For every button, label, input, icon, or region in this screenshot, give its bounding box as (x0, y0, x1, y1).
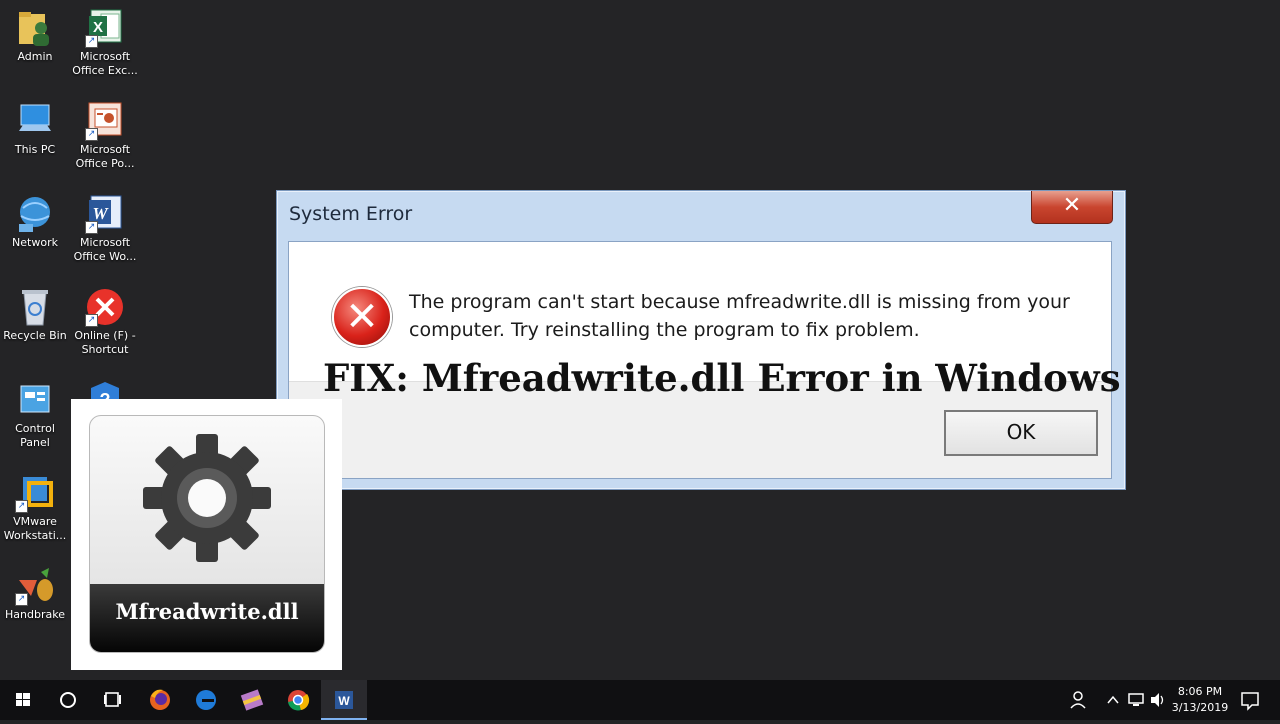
desktop-icon-label: Network (12, 236, 58, 249)
desktop-icon-online-f[interactable]: ↗ Online (F) - Shortcut (70, 287, 140, 357)
people-button[interactable] (1068, 680, 1092, 720)
people-icon (1070, 691, 1086, 709)
show-hidden-icons-button[interactable] (1104, 680, 1122, 720)
taskbar-word[interactable]: W (321, 680, 367, 720)
desktop-icon-label: Control Panel (15, 422, 55, 449)
desktop-icon-recycle-bin[interactable]: Recycle Bin (0, 287, 70, 343)
taskbar-chrome[interactable] (275, 680, 321, 720)
svg-text:W: W (338, 694, 350, 708)
computer-icon (15, 101, 55, 141)
system-error-dialog: System Error ✕ ✕ The program can't start… (276, 190, 1126, 490)
desktop-icon-label: Handbrake (5, 608, 65, 621)
notification-icon (1241, 692, 1259, 711)
dll-file-label: Mfreadwrite.dll (115, 599, 299, 624)
desktop-icon-label: Admin (17, 50, 53, 63)
desktop-icon-label: Online (F) - Shortcut (74, 329, 136, 356)
ok-button[interactable]: OK (944, 410, 1098, 456)
desktop-icon-network[interactable]: Network (0, 194, 70, 250)
shortcut-arrow-icon: ↗ (15, 500, 28, 513)
close-icon: ✕ (1062, 193, 1082, 218)
fix-headline: FIX: Mfreadwrite.dll Error in Windows (323, 356, 1121, 400)
taskbar-firefox[interactable] (137, 680, 183, 720)
desktop-icon-powerpoint[interactable]: ↗ Microsoft Office Po... (70, 101, 140, 171)
shortcut-arrow-icon: ↗ (85, 35, 98, 48)
cortana-icon (60, 692, 76, 708)
desktop-icon-label: This PC (14, 143, 56, 156)
dll-file-tile: Mfreadwrite.dll (89, 415, 325, 653)
desktop-icon-control-panel[interactable]: Control Panel (0, 380, 70, 450)
chevron-up-icon (1107, 695, 1119, 704)
dialog-body: ✕ The program can't start because mfread… (288, 241, 1121, 479)
cortana-button[interactable] (45, 680, 91, 720)
error-message: The program can't start because mfreadwr… (409, 291, 1070, 341)
excel-icon: X ↗ (85, 8, 125, 48)
task-view-button[interactable] (90, 680, 136, 720)
desktop-icon-handbrake[interactable]: ↗ Handbrake (0, 566, 70, 622)
task-view-icon (104, 692, 121, 707)
start-button[interactable] (0, 680, 46, 720)
network-tray-icon (1128, 693, 1144, 706)
taskbar-winrar[interactable] (229, 680, 275, 720)
edge-icon (196, 690, 216, 710)
desktop-icon-label: Microsoft Office Po... (75, 143, 135, 170)
recycle-bin-icon (15, 287, 55, 327)
action-center-button[interactable] (1238, 680, 1262, 720)
shield-help-icon: ? (85, 380, 125, 400)
powerpoint-icon: ↗ (85, 101, 125, 141)
start-icon (16, 693, 30, 706)
word-icon: W (335, 691, 353, 709)
network-tray-button[interactable] (1126, 680, 1146, 720)
control-panel-icon (15, 380, 55, 420)
desktop-icon-label: VMware Workstati... (3, 515, 67, 542)
svg-text:X: X (93, 19, 103, 36)
volume-button[interactable] (1148, 680, 1168, 720)
shortcut-arrow-icon: ↗ (85, 314, 98, 327)
dialog-title: System Error (289, 203, 413, 225)
handbrake-icon: ↗ (15, 566, 55, 606)
winrar-icon (240, 689, 264, 711)
chrome-icon (288, 690, 310, 711)
desktop-icon-word[interactable]: W ↗ Microsoft Office Wo... (70, 194, 140, 264)
error-drive-icon: ↗ (85, 287, 125, 327)
close-button[interactable]: ✕ (1031, 191, 1113, 224)
network-icon (15, 194, 55, 234)
shortcut-arrow-icon: ↗ (85, 128, 98, 141)
taskbar-edge[interactable] (183, 680, 229, 720)
desktop-icon-label: Microsoft Office Exc... (72, 50, 138, 77)
shortcut-arrow-icon: ↗ (15, 593, 28, 606)
dll-file-graphic: Mfreadwrite.dll (71, 399, 342, 670)
desktop-icon-label: Recycle Bin (3, 329, 67, 342)
clock-date: 3/13/2019 (1171, 701, 1229, 714)
desktop-icon-this-pc[interactable]: This PC (0, 101, 70, 157)
desktop-icon-excel[interactable]: X ↗ Microsoft Office Exc... (70, 8, 140, 78)
speaker-icon (1151, 693, 1164, 707)
desktop-icon-vmware[interactable]: ↗ VMware Workstati... (0, 473, 70, 543)
user-folder-icon (15, 8, 55, 48)
taskbar: W 8:06 PM 3/13/2019 (0, 680, 1280, 720)
desktop-icon-admin[interactable]: Admin (0, 8, 70, 64)
desktop-icon-label: Microsoft Office Wo... (73, 236, 137, 263)
shortcut-arrow-icon: ↗ (85, 221, 98, 234)
firefox-icon (150, 689, 170, 710)
word-icon: W ↗ (85, 194, 125, 234)
vmware-icon: ↗ (15, 473, 55, 513)
error-icon: ✕ (332, 287, 392, 347)
clock-time: 8:06 PM (1177, 685, 1223, 698)
desktop-icon-partial[interactable]: ? (70, 380, 140, 400)
taskbar-clock[interactable]: 8:06 PM 3/13/2019 (1170, 684, 1230, 716)
